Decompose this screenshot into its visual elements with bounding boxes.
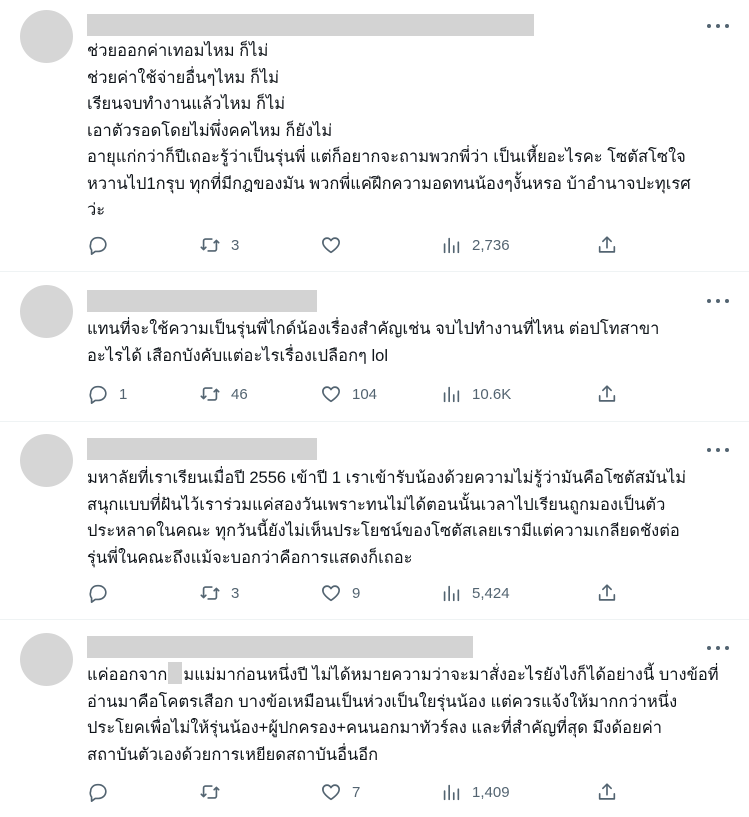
reply-icon <box>89 385 107 404</box>
redacted-word <box>168 662 183 684</box>
reply-button[interactable] <box>87 780 119 804</box>
views-button[interactable]: 10.6K <box>440 382 511 406</box>
views-button[interactable]: 1,409 <box>440 780 510 804</box>
more-icon[interactable] <box>707 440 729 460</box>
redacted-username <box>87 14 534 36</box>
retweet-icon <box>200 238 220 252</box>
like-icon <box>322 237 340 254</box>
like-button[interactable] <box>320 233 352 257</box>
share-button[interactable] <box>596 581 618 605</box>
views-icon <box>443 386 460 403</box>
tweet[interactable]: ช่วยออกค่าเทอมไหม ก็ไม่ ช่วยค่าใช้จ่ายอื… <box>0 0 749 272</box>
retweet-icon <box>200 387 220 401</box>
share-button[interactable] <box>596 382 618 406</box>
like-icon <box>322 386 340 403</box>
redacted-username <box>87 636 473 658</box>
avatar[interactable] <box>20 10 73 63</box>
share-button[interactable] <box>596 780 618 804</box>
tweet-actions: 3 9 5,424 <box>87 581 727 605</box>
like-icon <box>322 585 340 602</box>
like-button[interactable]: 7 <box>320 780 360 804</box>
tweet-text: ช่วยออกค่าเทอมไหม ก็ไม่ ช่วยค่าใช้จ่ายอื… <box>87 42 691 219</box>
tweet-text: มหาลัยที่เราเรียนเมื่อปี 2556 เข้าปี 1 เ… <box>87 469 687 567</box>
redacted-username <box>87 438 317 460</box>
like-icon <box>322 784 340 801</box>
reply-icon <box>89 236 107 255</box>
views-icon <box>443 237 460 254</box>
more-icon[interactable] <box>707 291 729 311</box>
share-icon <box>598 236 616 253</box>
retweet-button[interactable]: 46 <box>199 382 248 406</box>
views-icon <box>443 784 460 801</box>
avatar[interactable] <box>20 633 73 686</box>
tweet-text: แค่ออกจาก มแม่มาก่อนหนึ่งปี ไม่ได้หมายควา… <box>87 662 737 768</box>
share-icon <box>598 385 616 402</box>
reply-icon <box>89 584 107 603</box>
avatar[interactable] <box>20 434 73 487</box>
reply-button[interactable] <box>87 581 119 605</box>
tweet-text: แทนที่จะใช้ความเป็นรุ่นพี่ไกด์น้องเรื่อง… <box>87 320 660 365</box>
share-icon <box>598 783 616 800</box>
tweet-actions: 7 1,409 <box>87 780 727 804</box>
retweet-button[interactable]: 3 <box>199 233 239 257</box>
like-button[interactable]: 9 <box>320 581 360 605</box>
views-icon <box>443 585 460 602</box>
views-button[interactable]: 2,736 <box>440 233 510 257</box>
tweet[interactable]: แทนที่จะใช้ความเป็นรุ่นพี่ไกด์น้องเรื่อง… <box>0 272 749 422</box>
tweet[interactable]: แค่ออกจาก มแม่มาก่อนหนึ่งปี ไม่ได้หมายควา… <box>0 620 749 817</box>
retweet-icon <box>200 785 220 799</box>
reply-button[interactable]: 1 <box>87 382 127 406</box>
redacted-username <box>87 290 317 312</box>
more-icon[interactable] <box>707 16 729 36</box>
reply-icon <box>89 783 107 802</box>
retweet-button[interactable] <box>199 780 231 804</box>
tweet-actions: 3 2,736 <box>87 233 727 257</box>
replies-feed: ช่วยออกค่าเทอมไหม ก็ไม่ ช่วยค่าใช้จ่ายอื… <box>0 0 749 817</box>
reply-button[interactable] <box>87 233 119 257</box>
retweet-icon <box>200 586 220 600</box>
tweet-actions: 1 46 104 10.6K <box>87 382 727 406</box>
tweet[interactable]: มหาลัยที่เราเรียนเมื่อปี 2556 เข้าปี 1 เ… <box>0 422 749 620</box>
like-button[interactable]: 104 <box>320 382 377 406</box>
avatar[interactable] <box>20 285 73 338</box>
share-button[interactable] <box>596 233 618 257</box>
retweet-button[interactable]: 3 <box>199 581 239 605</box>
more-icon[interactable] <box>707 638 729 658</box>
share-icon <box>598 584 616 601</box>
views-button[interactable]: 5,424 <box>440 581 510 605</box>
